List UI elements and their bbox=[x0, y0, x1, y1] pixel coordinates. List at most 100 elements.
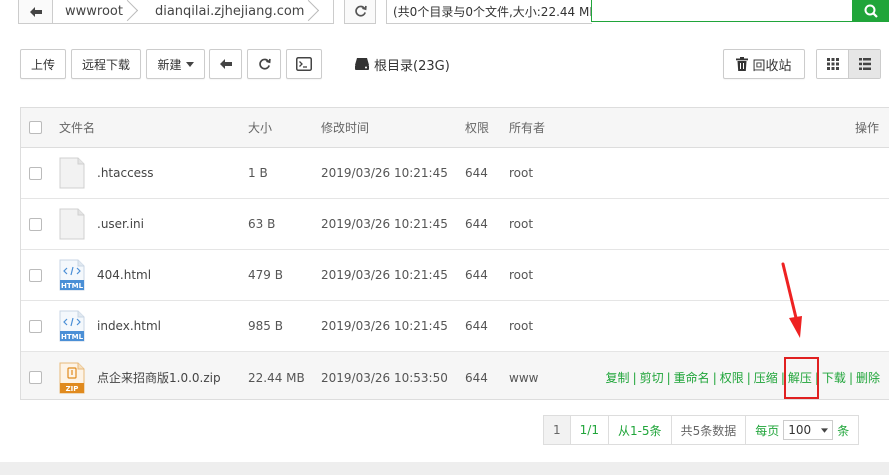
go-back-button[interactable] bbox=[209, 49, 242, 79]
table-row[interactable]: HTML index.html 985 B 2019/03/26 10:21:4… bbox=[21, 301, 889, 352]
list-view-button[interactable] bbox=[848, 50, 880, 78]
search-button[interactable] bbox=[853, 0, 889, 22]
zip-file-icon: ZIP bbox=[59, 362, 85, 393]
copy-action[interactable]: 复制 bbox=[606, 369, 630, 386]
arrow-left-icon bbox=[29, 6, 42, 17]
bottom-strip bbox=[0, 462, 889, 475]
refresh-button[interactable] bbox=[247, 49, 281, 79]
page-current[interactable]: 1 bbox=[544, 416, 570, 444]
header-actions: 操作 bbox=[854, 121, 879, 135]
refresh-icon bbox=[354, 5, 367, 17]
file-mtime: 2019/03/26 10:21:45 bbox=[321, 268, 448, 282]
breadcrumb: wwwroot dianqilai.zjhejiang.com bbox=[18, 0, 334, 24]
table-header: 文件名 大小 修改时间 权限 所有者 操作 bbox=[21, 108, 889, 148]
breadcrumb-item-site[interactable]: dianqilai.zjhejiang.com bbox=[139, 0, 321, 23]
header-mtime[interactable]: 修改时间 bbox=[321, 119, 369, 136]
view-toggle-group bbox=[816, 49, 881, 79]
file-perm[interactable]: 644 bbox=[465, 371, 488, 385]
file-name[interactable]: .user.ini bbox=[97, 217, 144, 231]
back-arrow-button[interactable] bbox=[19, 0, 53, 23]
header-perm: 权限 bbox=[465, 121, 490, 135]
file-perm[interactable]: 644 bbox=[465, 319, 488, 333]
file-table: 文件名 大小 修改时间 权限 所有者 操作 .htaccess 1 B 2019… bbox=[20, 107, 889, 400]
root-directory-label: 根目录(23G) bbox=[374, 58, 450, 74]
remote-download-button[interactable]: 远程下载 bbox=[71, 49, 141, 79]
file-perm[interactable]: 644 bbox=[465, 268, 488, 282]
blank-file-icon bbox=[59, 157, 85, 189]
blank-file-icon bbox=[59, 208, 85, 240]
refresh-path-button[interactable] bbox=[344, 0, 376, 24]
directory-summary: (共0个目录与0个文件,大小:22.44 MB bbox=[386, 0, 592, 24]
compress-action[interactable]: 压缩 bbox=[754, 369, 778, 386]
file-mtime: 2019/03/26 10:53:50 bbox=[321, 370, 448, 385]
file-mtime: 2019/03/26 10:21:45 bbox=[321, 319, 448, 333]
grid-view-button[interactable] bbox=[817, 50, 849, 78]
caret-down-icon bbox=[821, 427, 829, 433]
recycle-bin-label: 回收站 bbox=[752, 58, 792, 74]
file-size: 63 B bbox=[248, 217, 276, 231]
row-checkbox[interactable] bbox=[29, 319, 42, 333]
row-checkbox[interactable] bbox=[29, 371, 42, 384]
file-name[interactable]: 点企来招商版1.0.0.zip bbox=[97, 369, 221, 386]
pagination: 1 1/1 从1-5条 共5条数据 每页 100 条 bbox=[543, 415, 860, 445]
file-perm[interactable]: 644 bbox=[465, 166, 488, 180]
cut-action[interactable]: 剪切 bbox=[640, 369, 664, 386]
row-checkbox[interactable] bbox=[29, 217, 42, 231]
file-name[interactable]: 404.html bbox=[97, 268, 151, 282]
file-owner: www bbox=[509, 370, 539, 385]
root-directory[interactable]: 根目录(23G) bbox=[354, 49, 450, 79]
page-range: 从1-5条 bbox=[607, 416, 671, 444]
new-dropdown-button[interactable]: 新建 bbox=[146, 49, 205, 79]
table-row[interactable]: HTML 404.html 479 B 2019/03/26 10:21:45 … bbox=[21, 250, 889, 301]
delete-action[interactable]: 删除 bbox=[856, 369, 880, 386]
file-owner: root bbox=[509, 217, 534, 231]
table-row[interactable]: .htaccess 1 B 2019/03/26 10:21:45 644 ro… bbox=[21, 148, 889, 199]
search-input[interactable] bbox=[591, 0, 853, 22]
trash-icon bbox=[736, 57, 749, 71]
grid-icon bbox=[826, 58, 839, 70]
file-owner: root bbox=[509, 319, 534, 333]
upload-button[interactable]: 上传 bbox=[20, 49, 66, 79]
search-icon bbox=[864, 4, 878, 18]
path-bar: wwwroot dianqilai.zjhejiang.com (共0个目录与0… bbox=[0, 0, 889, 24]
file-size: 1 B bbox=[248, 166, 268, 180]
file-size: 479 B bbox=[248, 268, 283, 282]
zip-badge-text: ZIP bbox=[66, 385, 79, 393]
file-owner: root bbox=[509, 166, 534, 180]
file-name[interactable]: .htaccess bbox=[97, 166, 154, 180]
terminal-button[interactable] bbox=[286, 49, 322, 79]
html-badge-text: HTML bbox=[61, 333, 84, 341]
table-row[interactable]: ZIP 点企来招商版1.0.0.zip 22.44 MB 2019/03/26 … bbox=[21, 352, 889, 399]
unzip-action[interactable]: 解压 bbox=[788, 369, 812, 386]
header-size[interactable]: 大小 bbox=[248, 119, 272, 136]
table-row[interactable]: .user.ini 63 B 2019/03/26 10:21:45 644 r… bbox=[21, 199, 889, 250]
terminal-icon bbox=[296, 57, 312, 71]
per-page-control: 每页 100 条 bbox=[745, 416, 858, 444]
file-size: 985 B bbox=[248, 319, 283, 333]
header-name[interactable]: 文件名 bbox=[59, 119, 95, 136]
html-file-icon: HTML bbox=[59, 259, 85, 291]
per-page-prefix: 每页 bbox=[755, 423, 780, 438]
row-checkbox[interactable] bbox=[29, 268, 42, 282]
permission-action[interactable]: 权限 bbox=[720, 369, 744, 386]
per-page-select[interactable]: 100 bbox=[783, 420, 834, 440]
html-file-icon: HTML bbox=[59, 310, 85, 342]
html-badge-text: HTML bbox=[61, 282, 84, 290]
row-actions: 复制 | 剪切 | 重命名 | 权限 | 压缩 | 解压 | 下载 | 删除 bbox=[605, 369, 880, 386]
download-action[interactable]: 下载 bbox=[822, 369, 846, 386]
file-mtime: 2019/03/26 10:21:45 bbox=[321, 217, 448, 231]
arrow-left-icon bbox=[219, 59, 232, 69]
page-count: 1/1 bbox=[569, 416, 608, 444]
breadcrumb-item-wwwroot[interactable]: wwwroot bbox=[53, 0, 139, 23]
select-all-checkbox[interactable] bbox=[29, 121, 42, 134]
per-page-value: 100 bbox=[788, 423, 812, 437]
list-icon bbox=[858, 58, 871, 70]
file-perm[interactable]: 644 bbox=[465, 217, 488, 231]
new-button-label: 新建 bbox=[157, 57, 182, 72]
rename-action[interactable]: 重命名 bbox=[674, 369, 710, 386]
recycle-bin-button[interactable]: 回收站 bbox=[723, 49, 805, 79]
header-owner: 所有者 bbox=[509, 121, 546, 135]
caret-down-icon bbox=[185, 61, 194, 67]
row-checkbox[interactable] bbox=[29, 166, 42, 180]
file-name[interactable]: index.html bbox=[97, 319, 161, 333]
